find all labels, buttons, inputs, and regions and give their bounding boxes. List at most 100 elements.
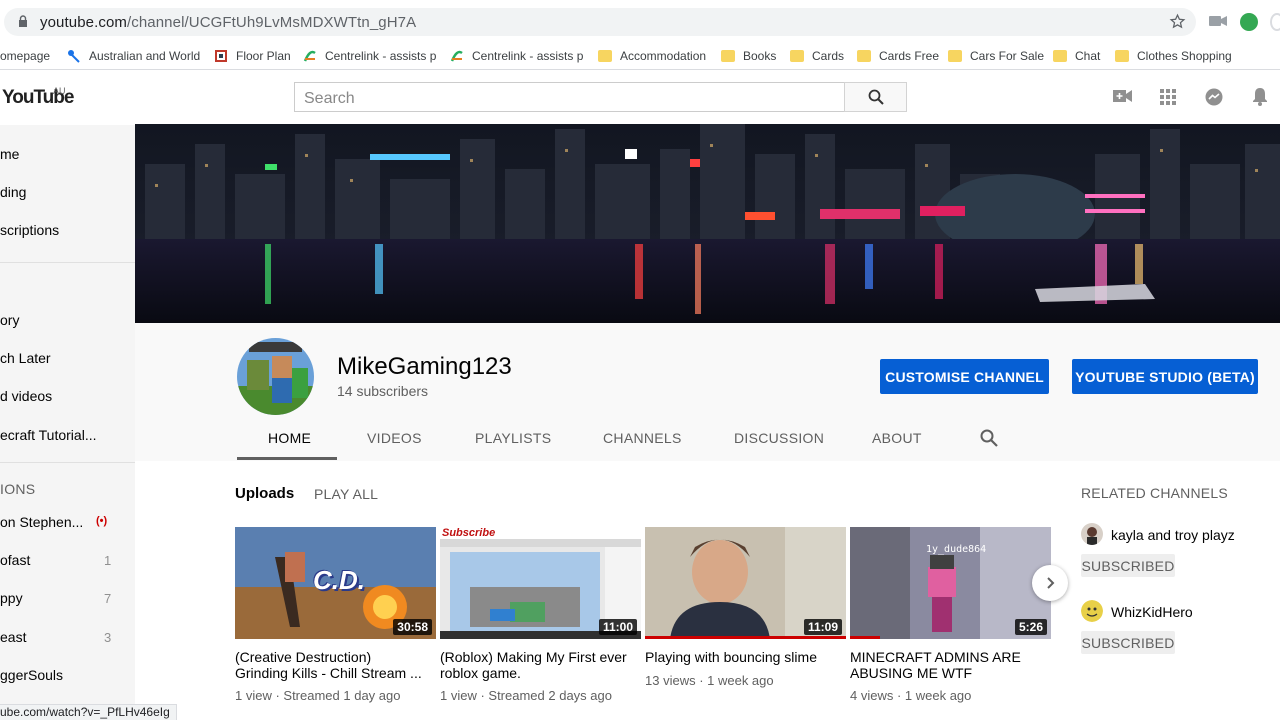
folder-icon (948, 50, 962, 62)
sidebar-subscription-item[interactable]: on Stephen... (0, 514, 83, 530)
video-title[interactable]: MINECRAFT ADMINS ARE ABUSING ME WTF (850, 649, 1040, 681)
sidebar-item-subscriptions[interactable]: scriptions (0, 222, 59, 238)
star-icon[interactable] (1169, 13, 1186, 30)
video-meta: 13 views · 1 week ago (645, 673, 774, 688)
related-avatar-image (1081, 600, 1103, 622)
subscribed-button[interactable]: SUBSCRIBED (1081, 554, 1175, 577)
sidebar-item-history[interactable]: ory (0, 312, 19, 328)
watch-progress-bar (850, 636, 880, 639)
profile-icon[interactable] (1270, 13, 1280, 31)
live-icon: (•) (96, 515, 108, 527)
subscriber-count: 14 subscribers (337, 383, 429, 399)
sidebar-divider (0, 262, 135, 263)
uploads-title[interactable]: Uploads (235, 485, 294, 502)
bookmark-accommodation[interactable]: Accommodation (598, 46, 706, 66)
bookmark-news[interactable]: Australian and World (67, 46, 200, 66)
bookmark-homepage[interactable]: omepage (0, 46, 50, 66)
sidebar-subscription-item[interactable]: east (0, 629, 26, 645)
bookmark-label: Centrelink - assists p (472, 49, 584, 63)
folder-icon (790, 50, 804, 62)
sidebar-item-watch-later[interactable]: ch Later (0, 350, 51, 366)
play-all-button[interactable]: PLAY ALL (314, 486, 378, 502)
video-thumbnail[interactable]: C.D. 30:58 (235, 527, 436, 639)
search-icon (868, 89, 884, 105)
tab-about[interactable]: ABOUT (872, 430, 922, 446)
url-host: youtube.com (40, 14, 127, 31)
related-channel-name[interactable]: kayla and troy playz (1111, 527, 1235, 543)
url-path: /channel/UCGFtUh9LvMsMDXWTtn_gH7A (126, 14, 417, 31)
youtube-studio-button[interactable]: YOUTUBE STUDIO (BETA) (1072, 359, 1258, 394)
bookmark-chat[interactable]: Chat (1053, 46, 1100, 66)
bookmark-label: Floor Plan (236, 49, 291, 63)
sidebar-section-title: IONS (0, 481, 36, 497)
active-tab-indicator (237, 457, 337, 460)
centrelink-icon (303, 50, 316, 62)
related-channel-avatar[interactable] (1081, 600, 1103, 622)
video-duration: 11:00 (598, 619, 637, 635)
channel-avatar-image (237, 338, 314, 415)
customise-channel-button[interactable]: CUSTOMISE CHANNEL (880, 359, 1049, 394)
bookmark-cards[interactable]: Cards (790, 46, 844, 66)
news-icon (68, 50, 80, 63)
bookmarks-bar: omepage Australian and World Floor Plan … (0, 44, 1280, 70)
channel-search-icon[interactable] (980, 429, 998, 447)
video-title[interactable]: Playing with bouncing slime (645, 649, 835, 665)
bookmark-books[interactable]: Books (721, 46, 776, 66)
folder-icon (857, 50, 871, 62)
upload-video-icon[interactable] (1113, 89, 1132, 103)
thumbnail-logo-text: C.D. (313, 565, 365, 595)
apps-icon[interactable] (1160, 89, 1176, 105)
tab-channels[interactable]: CHANNELS (603, 430, 682, 446)
tab-playlists[interactable]: PLAYLISTS (475, 430, 551, 446)
bookmark-label: Cars For Sale (970, 49, 1045, 63)
sidebar-item-liked-videos[interactable]: d videos (0, 388, 52, 404)
related-channel-avatar[interactable] (1081, 523, 1103, 545)
folder-icon (598, 50, 612, 62)
related-channel-name[interactable]: WhizKidHero (1111, 604, 1193, 620)
video-title[interactable]: (Roblox) Making My First ever roblox gam… (440, 649, 630, 681)
video-thumbnail[interactable]: 1y_dude864 5:26 (850, 527, 1051, 639)
sidebar-subscription-item[interactable]: ofast (0, 552, 30, 568)
video-thumbnail[interactable]: 11:09 (645, 527, 846, 639)
video-meta: 1 view · Streamed 2 days ago (440, 688, 612, 703)
video-thumbnail[interactable]: Subscribe 11:00 (440, 527, 641, 639)
channel-name: MikeGaming123 (337, 353, 512, 380)
channel-avatar[interactable] (237, 338, 314, 415)
extension-icon[interactable] (1240, 13, 1258, 31)
search-button[interactable] (844, 82, 907, 112)
video-duration: 30:58 (393, 619, 432, 635)
tab-videos[interactable]: VIDEOS (367, 430, 422, 446)
tab-home[interactable]: HOME (268, 430, 311, 446)
related-channels-title: RELATED CHANNELS (1081, 485, 1228, 501)
bookmark-label: Chat (1075, 49, 1101, 63)
bookmark-centrelink-1[interactable]: Centrelink - assists p (303, 46, 436, 66)
bookmark-label: Australian and World (89, 49, 201, 63)
folder-icon (721, 50, 735, 62)
bookmark-cards-free[interactable]: Cards Free (857, 46, 939, 66)
sidebar-subscription-item[interactable]: ppy (0, 590, 23, 606)
channel-banner (135, 124, 1280, 323)
folder-icon (1115, 50, 1129, 62)
country-code: AU (53, 86, 66, 96)
bookmark-cars-for-sale[interactable]: Cars For Sale (948, 46, 1044, 66)
player-nametag: 1y_dude864 (926, 544, 987, 555)
messages-icon[interactable] (1205, 88, 1223, 106)
bookmark-centrelink-2[interactable]: Centrelink - assists p (450, 46, 583, 66)
bookmark-floor-plan[interactable]: Floor Plan (214, 46, 291, 66)
subscribed-button[interactable]: SUBSCRIBED (1081, 631, 1175, 654)
banner-image (135, 124, 1280, 323)
camera-icon[interactable] (1209, 14, 1227, 28)
video-title[interactable]: (Creative Destruction) Grinding Kills - … (235, 649, 425, 681)
sidebar-item-playlist[interactable]: ecraft Tutorial... (0, 427, 96, 443)
sidebar-item-home[interactable]: me (0, 146, 19, 162)
tab-discussion[interactable]: DISCUSSION (734, 430, 824, 446)
shelf-next-button[interactable] (1032, 565, 1068, 601)
browser-toolbar: youtube.com/channel/UCGFtUh9LvMsMDXWTtn_… (0, 0, 1280, 44)
sidebar-item-trending[interactable]: ding (0, 184, 26, 200)
thumbnail-subscribe-text: Subscribe (442, 527, 496, 539)
bookmark-clothes-shopping[interactable]: Clothes Shopping (1115, 46, 1232, 66)
notifications-bell-icon[interactable] (1252, 87, 1268, 106)
sidebar-subscription-item[interactable]: ggerSouls (0, 667, 63, 683)
search-input[interactable]: Search (294, 82, 845, 112)
bookmark-label: Cards Free (879, 49, 940, 63)
